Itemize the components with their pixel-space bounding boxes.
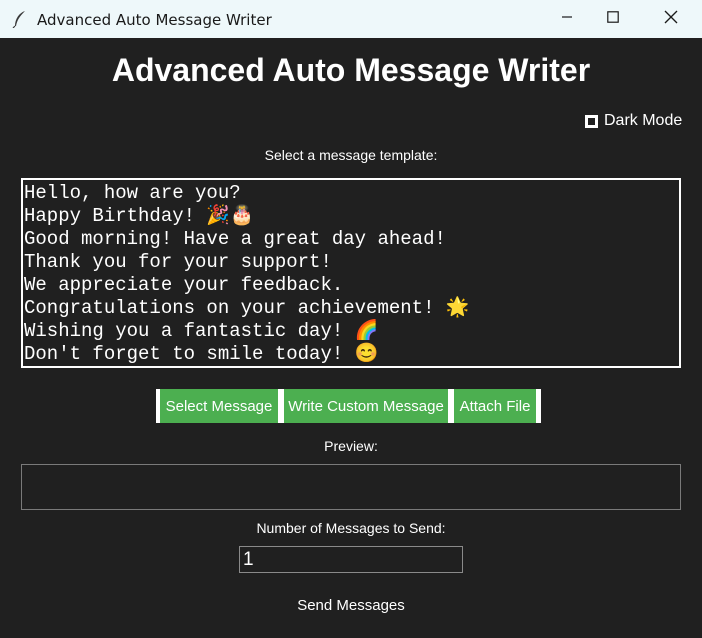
checkbox-box[interactable] — [585, 114, 598, 128]
list-item[interactable]: Thank you for your support! — [24, 251, 678, 274]
attach-file-button[interactable]: Attach File — [454, 389, 536, 423]
template-label: Select a message template: — [264, 147, 438, 163]
close-icon — [664, 10, 678, 29]
list-item[interactable]: Hello, how are you? — [24, 182, 678, 205]
send-messages-button[interactable]: Send Messages — [0, 597, 702, 614]
page-title: Advanced Auto Message Writer — [111, 52, 591, 88]
dark-mode-label: Dark Mode — [604, 112, 683, 129]
count-label: Number of Messages to Send: — [256, 520, 446, 536]
action-button-row: Select Message Write Custom Message Atta… — [156, 389, 541, 423]
maximize-button[interactable] — [590, 0, 636, 38]
list-item[interactable]: Don't forget to smile today! 😊 — [24, 343, 678, 366]
list-item[interactable]: Happy Birthday! 🎉🎂 — [24, 205, 678, 228]
dark-mode-checkbox[interactable]: Dark Mode — [585, 112, 682, 130]
maximize-icon — [607, 10, 619, 28]
list-item[interactable]: Congratulations on your achievement! 🌟 — [24, 297, 678, 320]
message-count-input[interactable]: 1 — [239, 546, 463, 573]
title-bar: Advanced Auto Message Writer — [0, 0, 702, 38]
write-custom-message-button[interactable]: Write Custom Message — [284, 389, 448, 423]
feather-icon — [12, 10, 28, 29]
preview-label: Preview: — [324, 438, 378, 454]
template-listbox[interactable]: Hello, how are you? Happy Birthday! 🎉🎂 G… — [21, 178, 681, 368]
minimize-button[interactable] — [544, 0, 590, 38]
list-item[interactable]: Wishing you a fantastic day! 🌈 — [24, 320, 678, 343]
window-title: Advanced Auto Message Writer — [37, 11, 272, 29]
list-item[interactable]: Good morning! Have a great day ahead! — [24, 228, 678, 251]
app-window: Advanced Auto Message Writer Advanced Au… — [0, 0, 702, 638]
close-button[interactable] — [648, 0, 694, 38]
preview-textbox[interactable] — [21, 464, 681, 510]
select-message-button[interactable]: Select Message — [160, 389, 278, 423]
list-item[interactable]: We appreciate your feedback. — [24, 274, 678, 297]
minimize-icon — [561, 10, 573, 28]
